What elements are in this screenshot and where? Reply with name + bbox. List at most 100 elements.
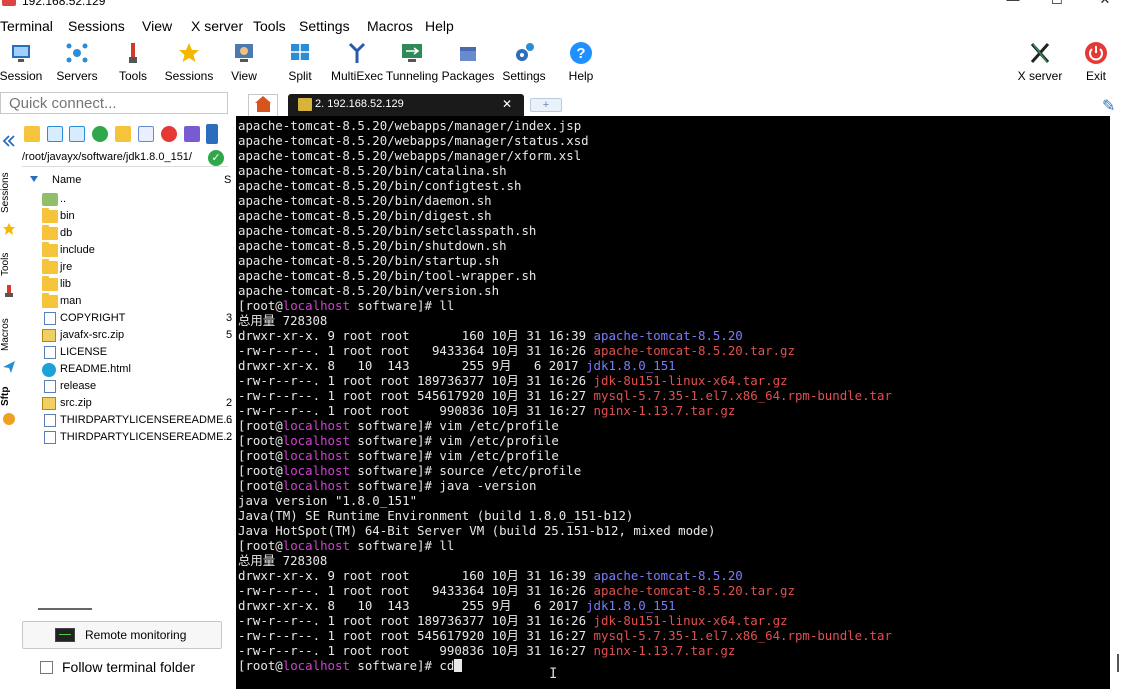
menu-tools[interactable]: Tools	[253, 18, 286, 34]
terminal-line: apache-tomcat-8.5.20/bin/configtest.sh	[238, 178, 1106, 193]
menu-x-server[interactable]: X server	[191, 18, 243, 34]
help-button[interactable]: ? Help	[551, 37, 611, 92]
terminal-scrollbar[interactable]	[1110, 116, 1128, 689]
tools-icon	[5, 285, 13, 297]
checkbox[interactable]	[40, 661, 53, 674]
home-tab[interactable]	[248, 94, 278, 116]
new-file-icon[interactable]	[138, 126, 154, 142]
file-row[interactable]: release	[40, 379, 232, 396]
file-name: release	[60, 380, 97, 392]
file-row[interactable]: db	[40, 225, 232, 243]
terminal-text: -rw-r--r--. 1 root root 9433364 10月 31 1…	[238, 583, 594, 598]
terminal-text: software]# cd	[349, 658, 455, 673]
terminal-output: apache-tomcat-8.5.20/webapps/manager/ind…	[238, 118, 1106, 673]
tools-button[interactable]: Tools	[103, 37, 163, 92]
folder-icon	[42, 259, 58, 274]
terminal-text: apache-tomcat-8.5.20/webapps/manager/xfo…	[238, 148, 582, 163]
xserver-button[interactable]: X server	[1010, 37, 1070, 92]
terminal-line: Java HotSpot(TM) 64-Bit Server VM (build…	[238, 523, 1106, 538]
download-icon[interactable]	[47, 126, 63, 142]
session-icon	[12, 45, 30, 62]
archive-name: mysql-5.7.35-1.el7.x86_64.rpm-bundle.tar	[593, 388, 892, 403]
file-row[interactable]: include	[40, 242, 232, 260]
file-row[interactable]: LICENSE	[40, 345, 232, 362]
sftp-column-header: Name S	[22, 172, 232, 190]
sessions-button[interactable]: Sessions	[159, 37, 219, 92]
terminal-line: [root@localhost software]# vim /etc/prof…	[238, 448, 1106, 463]
delete-icon[interactable]	[161, 126, 177, 142]
menu-sessions[interactable]: Sessions	[68, 18, 125, 34]
quick-connect-input[interactable]	[0, 92, 228, 114]
file-row[interactable]: jre	[40, 259, 232, 277]
file-row[interactable]: README.html	[40, 362, 232, 379]
panel-splitter[interactable]	[38, 608, 92, 610]
view-button[interactable]: View	[214, 37, 274, 92]
path-ok-icon[interactable]: ✓	[208, 150, 224, 166]
column-size[interactable]: S	[224, 174, 231, 186]
rename-icon[interactable]	[184, 126, 200, 142]
packages-button[interactable]: Packages	[438, 37, 498, 92]
side-tab-sftp[interactable]: Sftp	[0, 382, 18, 410]
terminal-text: drwxr-xr-x. 9 root root 160 10月 31 16:39	[238, 328, 594, 343]
menu-help[interactable]: Help	[425, 18, 454, 34]
menu-settings[interactable]: Settings	[299, 18, 350, 34]
scrollbar-thumb[interactable]	[1117, 654, 1119, 672]
file-name: ..	[60, 193, 67, 205]
terminal-line: [root@localhost software]# source /etc/p…	[238, 463, 1106, 478]
parent-folder-icon[interactable]	[24, 126, 40, 142]
session-button[interactable]: Session	[0, 37, 51, 92]
upload-icon[interactable]	[69, 126, 85, 142]
prompt-hostname: localhost	[282, 538, 350, 553]
terminal-text: java version "1.8.0_151"	[238, 493, 418, 508]
split-button[interactable]: Split	[270, 37, 330, 92]
side-tab-tools[interactable]: Tools	[0, 248, 18, 280]
servers-button[interactable]: Servers	[47, 37, 107, 92]
archive-name: nginx-1.13.7.tar.gz	[593, 643, 736, 658]
file-row[interactable]: THIRDPARTYLICENSEREADME... 6	[40, 413, 233, 430]
multiexec-button[interactable]: MultiExec	[327, 37, 387, 92]
sort-arrow-icon[interactable]	[30, 176, 38, 182]
file-row[interactable]: src.zip 2	[40, 396, 232, 413]
prompt-hostname: localhost	[282, 418, 350, 433]
menu-view[interactable]: View	[142, 18, 172, 34]
collapse-icon[interactable]	[2, 134, 16, 148]
packages-icon	[460, 47, 476, 61]
menu-macros[interactable]: Macros	[367, 18, 413, 34]
file-row[interactable]: THIRDPARTYLICENSEREADME... 2	[40, 430, 233, 447]
terminal-line: apache-tomcat-8.5.20/bin/digest.sh	[238, 208, 1106, 223]
tunneling-button[interactable]: Tunneling	[382, 37, 442, 92]
file-row[interactable]: javafx-src.zip 5	[40, 328, 232, 345]
new-tab-button[interactable]: +	[530, 98, 562, 112]
column-name[interactable]: Name	[52, 174, 81, 186]
terminal-line: Java(TM) SE Runtime Environment (build 1…	[238, 508, 1106, 523]
follow-terminal-folder-checkbox[interactable]: Follow terminal folder	[38, 658, 228, 678]
terminal-toggle-icon[interactable]	[206, 124, 218, 144]
exit-button[interactable]: Exit	[1066, 37, 1126, 92]
file-row[interactable]: COPYRIGHT 3	[40, 311, 232, 328]
settings-button[interactable]: Settings	[494, 37, 554, 92]
refresh-icon[interactable]	[92, 126, 108, 142]
remote-monitoring-button[interactable]: Remote monitoring	[22, 621, 222, 649]
app-icon	[2, 0, 16, 6]
file-row[interactable]: ..	[40, 192, 232, 209]
maximize-button[interactable]: ☐	[1034, 0, 1080, 8]
side-tab-macros[interactable]: Macros	[0, 315, 18, 355]
send-icon	[3, 361, 15, 373]
session-tab[interactable]: 2. 192.168.52.129 ✕	[288, 94, 524, 116]
file-row[interactable]: bin	[40, 208, 232, 226]
folder-icon	[42, 225, 58, 240]
terminal-view[interactable]: apache-tomcat-8.5.20/webapps/manager/ind…	[236, 116, 1110, 689]
menu-terminal[interactable]: Terminal	[0, 18, 53, 34]
sftp-path[interactable]: /root/javayx/software/jdk1.8.0_151/	[22, 149, 228, 167]
attachment-icon[interactable]: ✎	[1102, 96, 1115, 116]
close-tab-button[interactable]: ✕	[502, 97, 512, 111]
file-row[interactable]: man	[40, 293, 232, 311]
terminal-text: 总用量 728308	[238, 313, 328, 328]
new-folder-icon[interactable]	[115, 126, 131, 142]
terminal-line: [root@localhost software]# ll	[238, 298, 1106, 313]
side-tab-sessions[interactable]: Sessions	[0, 168, 18, 218]
terminal-line: -rw-r--r--. 1 root root 189736377 10月 31…	[238, 373, 1106, 388]
file-row[interactable]: lib	[40, 276, 232, 294]
minimize-button[interactable]: —	[990, 0, 1036, 8]
close-window-button[interactable]: ✕	[1082, 0, 1128, 8]
